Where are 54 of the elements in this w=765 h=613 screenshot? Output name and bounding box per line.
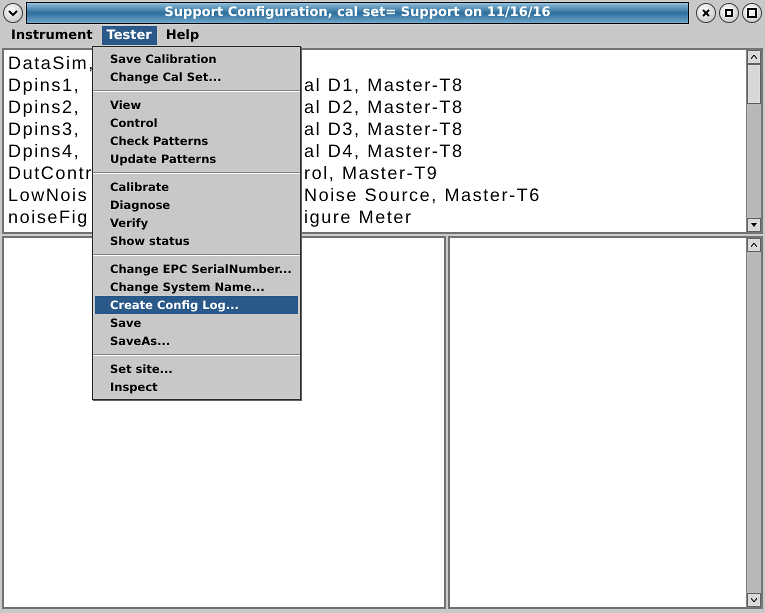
list-text: al D2, Master-T8 xyxy=(304,96,464,118)
caret-up-icon xyxy=(751,243,757,247)
menu-item[interactable]: Inspect xyxy=(95,378,298,396)
window-menu-button[interactable] xyxy=(3,3,23,23)
close-icon xyxy=(701,8,711,18)
list-text: rol, Master-T9 xyxy=(304,162,438,184)
menu-title[interactable]: Help xyxy=(160,26,204,45)
menu-item[interactable]: View xyxy=(95,96,298,114)
menu-item[interactable]: Check Patterns xyxy=(95,132,298,150)
scroll-thumb[interactable] xyxy=(747,64,761,104)
menu-title[interactable]: Instrument xyxy=(6,26,98,45)
square-icon xyxy=(747,8,757,18)
scroll-up-button[interactable] xyxy=(747,238,761,252)
menu-item[interactable]: SaveAs... xyxy=(95,332,298,350)
list-text: al D3, Master-T8 xyxy=(304,118,464,140)
scrollbar[interactable] xyxy=(746,238,761,607)
scrollbar[interactable] xyxy=(746,50,761,232)
menu-item[interactable]: Create Config Log... xyxy=(95,296,298,314)
list-text: igure Meter xyxy=(304,206,413,228)
menu-item[interactable]: Update Patterns xyxy=(95,150,298,168)
list-text: al D4, Master-T8 xyxy=(304,140,464,162)
menu-item[interactable]: Save xyxy=(95,314,298,332)
list-text: noiseFig xyxy=(8,206,89,228)
list-text: DutContr xyxy=(8,162,93,184)
list-text: Dpins3, xyxy=(8,118,80,140)
list-text: Noise Source, Master-T6 xyxy=(304,184,541,206)
list-text: LowNois xyxy=(8,184,88,206)
scroll-up-button[interactable] xyxy=(747,50,761,64)
menu-item[interactable]: Show status xyxy=(95,232,298,250)
menu-item[interactable]: Save Calibration xyxy=(95,50,298,68)
menu-item[interactable]: Change Cal Set... xyxy=(95,68,298,86)
caret-down-icon xyxy=(751,223,757,227)
list-text: DataSim, xyxy=(8,52,95,74)
square-icon xyxy=(725,9,733,17)
window-title: Support Configuration, cal set= Support on 11/16/16 xyxy=(26,2,689,24)
menu-item[interactable]: Diagnose xyxy=(95,196,298,214)
list-text: al D1, Master-T8 xyxy=(304,74,464,96)
close-button[interactable] xyxy=(696,3,716,23)
scroll-down-button[interactable] xyxy=(747,593,761,607)
maximize-button[interactable] xyxy=(742,3,762,23)
minimize-button[interactable] xyxy=(719,3,739,23)
menu-item[interactable]: Control xyxy=(95,114,298,132)
list-text: Dpins4, xyxy=(8,140,80,162)
list-text: Dpins1, xyxy=(8,74,80,96)
menu-item[interactable]: Change EPC SerialNumber... xyxy=(95,260,298,278)
menu-item[interactable]: Verify xyxy=(95,214,298,232)
menu-title[interactable]: Tester xyxy=(102,26,157,45)
list-text: Dpins2, xyxy=(8,96,80,118)
menu-item[interactable]: Set site... xyxy=(95,360,298,378)
menu-item[interactable]: Calibrate xyxy=(95,178,298,196)
scroll-down-button[interactable] xyxy=(747,218,761,232)
caret-down-icon xyxy=(751,598,757,602)
menu-item[interactable]: Change System Name... xyxy=(95,278,298,296)
caret-up-icon xyxy=(751,55,757,59)
